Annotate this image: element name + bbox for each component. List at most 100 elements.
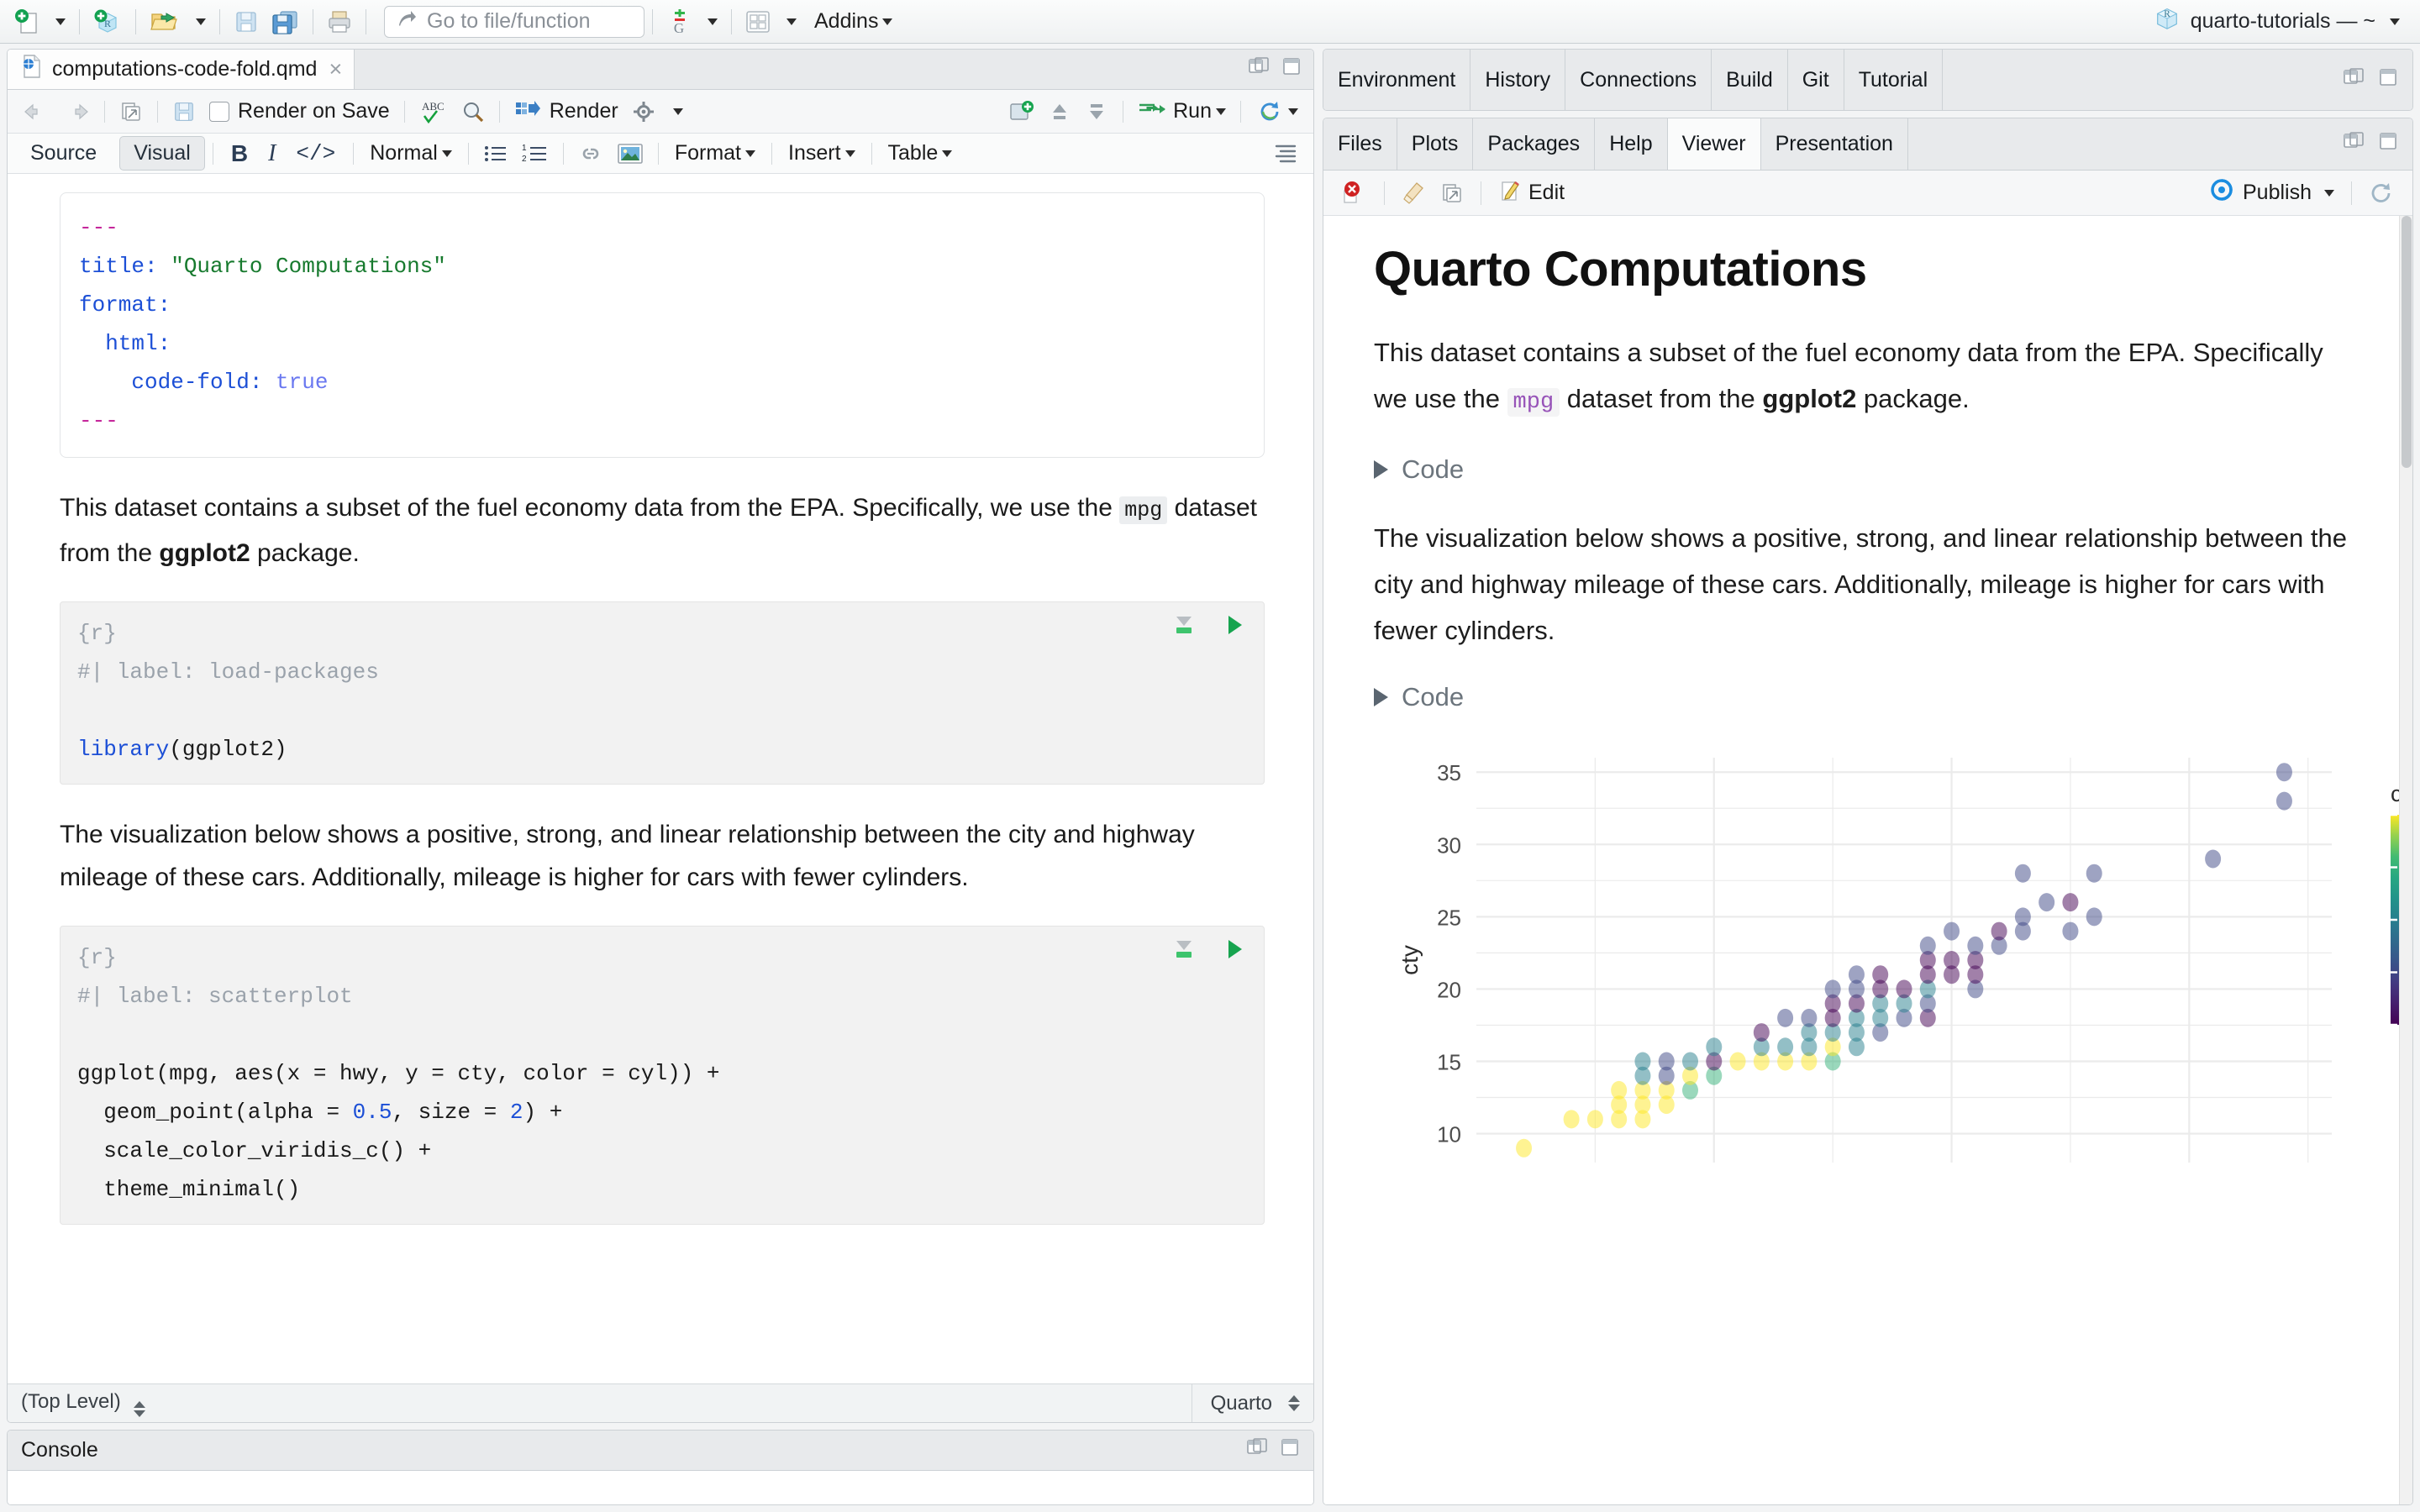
scope-selector[interactable]: (Top Level) [21,1390,146,1417]
tab-git[interactable]: Git [1787,50,1844,110]
insert-chunk-icon[interactable] [1001,95,1041,129]
chunk-options-icon[interactable] [1171,938,1197,966]
tab-help[interactable]: Help [1595,118,1668,170]
link-icon[interactable] [571,137,610,171]
table-dropdown[interactable]: Table [880,141,961,165]
tab-tutorial[interactable]: Tutorial [1844,50,1944,110]
maximize-pane-icon[interactable] [1281,56,1302,82]
tab-connections[interactable]: Connections [1565,50,1712,110]
open-file-dropdown[interactable] [186,4,212,39]
addins-button[interactable]: Addins [802,4,898,39]
chunk-options-icon[interactable] [1171,614,1197,642]
minimize-pane-icon[interactable] [1248,56,1270,82]
maximize-pane-icon[interactable] [2378,67,2398,93]
refresh-icon[interactable] [2362,176,2401,210]
back-arrow-icon[interactable] [16,95,56,129]
tab-presentation[interactable]: Presentation [1760,118,1908,170]
viewer-scroll-thumb[interactable] [2402,216,2412,468]
goto-file-function-box[interactable]: Go to file/function [384,5,644,38]
minimize-pane-icon[interactable] [1246,1437,1268,1463]
tab-environment[interactable]: Environment [1323,50,1471,110]
new-file-dropdown[interactable] [45,4,71,39]
print-button[interactable] [321,4,358,39]
next-chunk-icon[interactable] [1078,95,1115,129]
data-point [1563,1110,1580,1129]
format-selector[interactable]: Quarto [1191,1384,1300,1422]
yaml-frontmatter-block[interactable]: --- title: "Quarto Computations" format: h… [60,192,1265,458]
spellcheck-abc-icon[interactable]: ABC [413,95,455,129]
close-icon[interactable]: × [326,58,342,81]
save-icon[interactable] [166,95,203,129]
run-chunk-icon[interactable] [1225,938,1245,966]
insert-dropdown[interactable]: Insert [780,141,864,165]
format-dropdown[interactable]: Format [666,141,764,165]
console-tab-label[interactable]: Console [21,1438,98,1462]
image-icon[interactable] [610,137,650,171]
file-tab-computations[interactable]: computations-code-fold.qmd × [8,50,355,89]
git-dropdown[interactable] [697,4,723,39]
gear-icon[interactable] [625,95,662,129]
scope-updown-icon [134,1400,146,1417]
italic-button[interactable]: I [258,140,286,167]
render-button[interactable]: Render [508,95,625,129]
inline-code-button[interactable]: </> [286,141,345,166]
code-token: #| label: load-packages [77,659,379,685]
editor-content[interactable]: --- title: "Quarto Computations" format: h… [8,174,1313,1383]
tab-files[interactable]: Files [1323,118,1397,170]
document-outline-icon[interactable] [1266,137,1305,171]
numbered-list-icon[interactable]: 1 2 [515,137,555,171]
run-chunk-icon[interactable] [1225,614,1245,642]
maximize-pane-icon[interactable] [2378,131,2398,157]
data-point [1967,936,1984,955]
show-in-new-window-icon[interactable] [113,95,150,129]
new-project-button[interactable]: R [87,4,128,39]
tab-build[interactable]: Build [1712,50,1788,110]
viewer-document[interactable]: Quarto Computations This dataset contain… [1323,216,2412,1504]
y-tick-label: 30 [1437,832,1461,858]
addins-label: Addins [814,9,879,33]
code-chunk-scatterplot[interactable]: {r} #| label: scatterplot ggplot(mpg, aes… [60,926,1265,1225]
workspace-panes-icon[interactable] [739,4,776,39]
console-output[interactable] [8,1471,1313,1504]
code-chunk-load-packages[interactable]: {r} #| label: load-packages library(ggplo… [60,601,1265,785]
edit-button[interactable]: Edit [1491,176,1571,210]
render-settings-dropdown[interactable] [662,95,690,129]
stop-clear-icon[interactable] [1335,176,1374,210]
show-in-new-window-icon[interactable] [1434,176,1470,210]
tab-history[interactable]: History [1470,50,1566,110]
run-button[interactable]: Run [1131,95,1233,129]
block-format-dropdown[interactable]: Normal [361,141,460,165]
bullet-list-icon[interactable] [476,137,515,171]
rerun-icon[interactable] [1249,95,1305,129]
previous-chunk-icon[interactable] [1041,95,1078,129]
save-all-button[interactable] [265,4,305,39]
tab-plots[interactable]: Plots [1397,118,1474,170]
source-mode-button[interactable]: Source [16,136,111,171]
open-file-button[interactable] [144,4,186,39]
data-point [1611,1080,1628,1100]
visual-document: --- title: "Quarto Computations" format: h… [8,192,1313,1225]
workspace-panes-dropdown[interactable] [776,4,802,39]
y-tick-label: 35 [1437,760,1461,785]
forward-arrow-icon[interactable] [56,95,97,129]
git-icon[interactable]: G [660,4,697,39]
minimize-pane-icon[interactable] [2343,67,2365,93]
tab-viewer[interactable]: Viewer [1667,118,1761,170]
code-fold-toggle-1[interactable]: Code [1374,454,2347,485]
render-on-save-checkbox[interactable]: Render on Save [203,95,397,129]
bold-button[interactable]: B [221,140,258,167]
visual-mode-button[interactable]: Visual [119,136,205,171]
minimize-pane-icon[interactable] [2343,131,2365,157]
clear-viewer-icon[interactable] [1395,176,1434,210]
magnifier-icon[interactable] [455,95,492,129]
new-file-button[interactable] [8,4,45,39]
project-selector[interactable]: R quarto-tutorials — ~ [2154,5,2412,38]
tab-packages[interactable]: Packages [1473,118,1596,170]
code-fold-toggle-2[interactable]: Code [1374,682,2347,712]
editor-toolbar: Render on Save ABC Render Run [8,90,1313,134]
code-token: scale_color_viridis_c() + [77,1138,432,1163]
publish-button[interactable]: Publish [2202,176,2341,210]
maximize-pane-icon[interactable] [1280,1437,1300,1463]
viewer-scrollbar[interactable] [2399,216,2412,1504]
save-button[interactable] [228,4,265,39]
